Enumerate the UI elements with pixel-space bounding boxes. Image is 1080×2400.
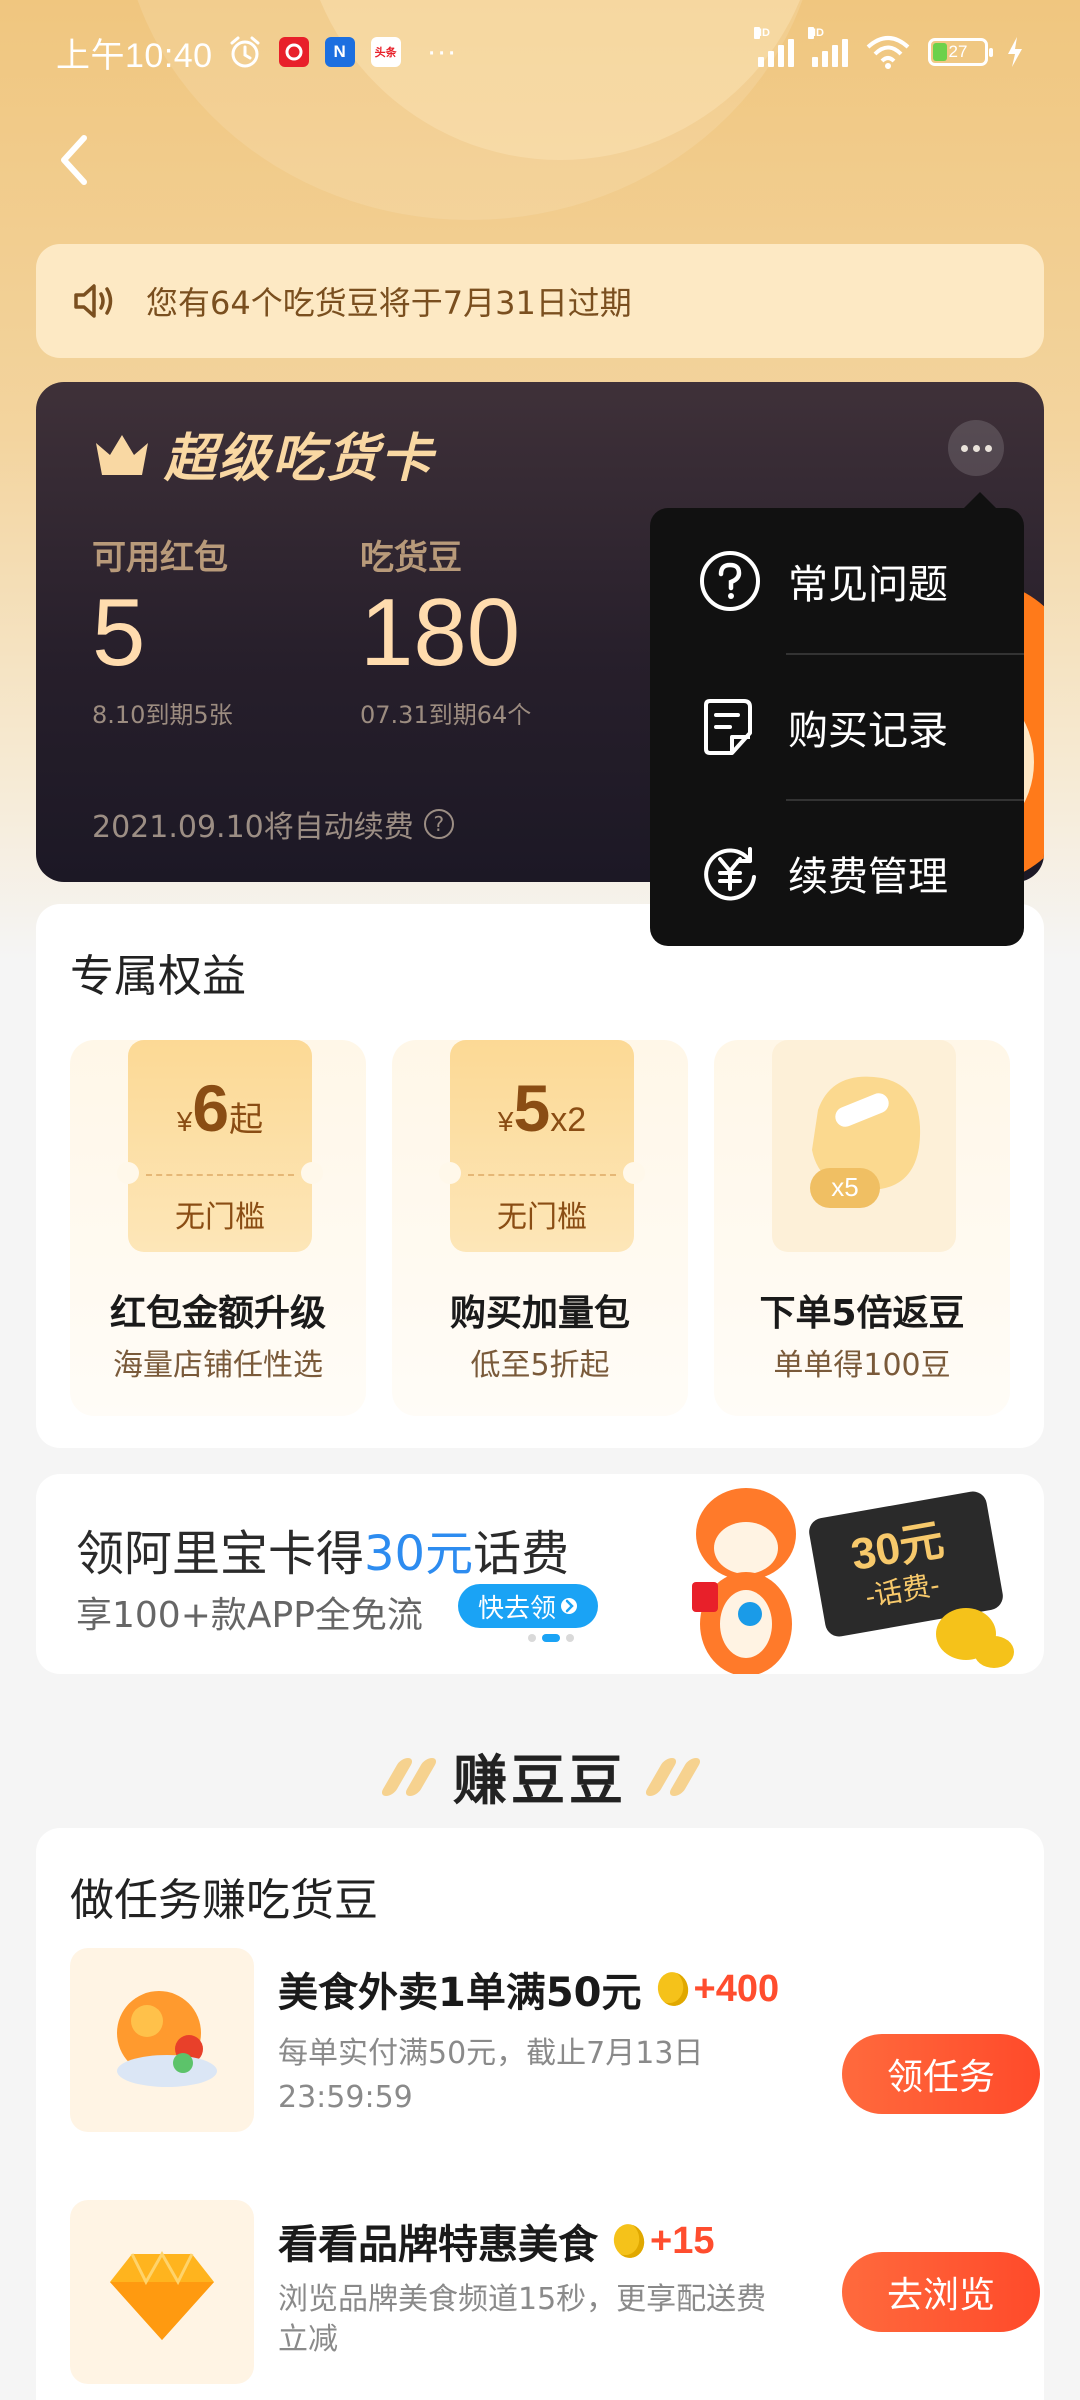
status-bar: 上午10:40 N 头条 ··· HD HD 27 [0, 0, 1080, 104]
coupon-graphic: ¥5x2 无门槛 [439, 1040, 645, 1252]
menu-item-renewal-management-label: 续费管理 [788, 854, 948, 900]
charging-icon [1008, 37, 1022, 67]
signal-2-icon: HD [808, 27, 848, 67]
menu-item-renewal-management[interactable]: 续费管理 [650, 800, 1024, 946]
tasks-title: 做任务赚吃货豆 [70, 1875, 378, 1926]
beans-label: 吃货豆 [360, 538, 462, 578]
benefit-desc: 低至5折起 [470, 1348, 610, 1383]
yuan-refresh-icon [704, 847, 756, 901]
signal-1-icon: HD [754, 27, 794, 67]
alarm-icon [230, 36, 260, 68]
tasks-section: 做任务赚吃货豆 美食外卖1单满50元 +400 每单实付满50元，截止7月13日… [36, 1828, 1044, 2400]
banner-headline: 领阿里宝卡得30元话费 [76, 1526, 570, 1582]
auto-renew-text: 2021.09.10将自动续费 [92, 810, 414, 845]
red-packet-label: 可用红包 [92, 538, 228, 578]
card-title: 超级吃货卡 [164, 429, 435, 489]
status-time: 上午10:40 [56, 36, 213, 75]
menu-item-purchase-history[interactable]: 购买记录 [650, 654, 1024, 800]
benefit-desc: 单单得100豆 [773, 1348, 951, 1383]
card-header: 超级吃货卡 [92, 416, 434, 491]
benefit-card-extra-pack[interactable]: ¥5x2 无门槛 购买加量包 低至5折起 [392, 1040, 688, 1416]
menu-item-faq-label: 常见问题 [788, 562, 948, 608]
banner-mascot-illustration: 30元 -话费- [692, 1488, 1014, 1674]
promo-banner[interactable]: 领阿里宝卡得30元话费 享100+款APP全免流 快去领 30元 -话费- [36, 1474, 1044, 1674]
banner-cta-button[interactable]: 快去领 [458, 1584, 599, 1628]
task-row: 美食外卖1单满50元 +400 每单实付满50元，截止7月13日 23:59:5… [70, 1948, 1040, 2138]
task-row: 看看品牌特惠美食 +15 浏览品牌美食频道15秒，更享配送费立减 去浏览 [70, 2200, 1040, 2390]
coupon-threshold: 无门槛 [497, 1200, 587, 1235]
beans-expiry: 07.31到期64个 [360, 701, 532, 729]
benefit-name: 下单5倍返豆 [759, 1293, 965, 1334]
red-packet-value: 5 [92, 579, 146, 686]
coupon-graphic: ¥6起 无门槛 [117, 1040, 323, 1252]
options-menu: 常见问题 购买记录 续费管理 [650, 492, 1024, 946]
menu-item-faq[interactable]: 常见问题 [650, 508, 1024, 654]
banner-subtitle: 享100+款APP全免流 [76, 1595, 423, 1636]
bean-icon: x5 [810, 1076, 921, 1208]
menu-item-purchase-history-label: 购买记录 [788, 708, 948, 754]
more-notifications-icon: ··· [426, 35, 457, 68]
exclusive-benefits-section: 专属权益 ¥6起 无门槛 红包金额升级 海量店铺任性选 ¥5x2 无门槛 购买加… [36, 904, 1044, 1448]
carousel-indicator [528, 1634, 574, 1642]
red-packet-stat[interactable]: 可用红包 5 8.10到期5张 [92, 530, 233, 730]
earn-beans-title: 赚豆豆 [453, 1749, 627, 1812]
task-desc: 每单实付满50元，截止7月13日 23:59:59 [278, 2036, 704, 2115]
benefits-title: 专属权益 [70, 951, 246, 1002]
red-packet-expiry: 8.10到期5张 [92, 701, 233, 729]
speaker-icon [74, 284, 113, 318]
browse-button[interactable]: 去浏览 [842, 2252, 1040, 2332]
beans-value: 180 [360, 579, 521, 686]
task-thumbnail [70, 2200, 254, 2384]
title-decoration-right [643, 1758, 703, 1796]
task-points: +15 [650, 2219, 715, 2262]
bean-icon [653, 1968, 692, 2010]
question-icon [700, 551, 760, 611]
more-options-button[interactable] [948, 420, 1004, 476]
diamond-icon [110, 2250, 214, 2340]
food-bowl-icon [117, 1991, 217, 2087]
expiry-notice[interactable]: 您有64个吃货豆将于7月31日过期 [36, 244, 1044, 358]
help-icon[interactable]: ? [423, 809, 454, 839]
task-name: 看看品牌特惠美食 +15 [278, 2219, 715, 2269]
task-points: +400 [693, 1967, 780, 2010]
toutiao-app-icon: 头条 [370, 37, 401, 67]
crown-icon [96, 434, 148, 475]
benefit-desc: 海量店铺任性选 [113, 1348, 323, 1383]
notice-text: 您有64个吃货豆将于7月31日过期 [146, 284, 632, 322]
back-button[interactable] [36, 120, 116, 200]
task-thumbnail [70, 1948, 254, 2132]
benefit-name: 购买加量包 [449, 1293, 630, 1334]
netease-app-icon [278, 37, 309, 67]
bean-graphic: x5 [772, 1040, 956, 1252]
bean-multiplier: x5 [831, 1172, 858, 1202]
benefit-card-5x-beans[interactable]: x5 下单5倍返豆 单单得100豆 [714, 1040, 1010, 1416]
receipt-icon [704, 699, 752, 755]
beans-stat[interactable]: 吃货豆 180 07.31到期64个 [360, 530, 531, 730]
chevron-right-icon [561, 1598, 578, 1614]
task-name: 美食外卖1单满50元 +400 [278, 1967, 780, 2017]
task-desc: 浏览品牌美食频道15秒，更享配送费立减 [278, 2282, 767, 2357]
news-app-icon: N [324, 37, 355, 67]
accept-task-button[interactable]: 领任务 [842, 2034, 1040, 2114]
wifi-icon [866, 36, 910, 69]
benefit-name: 红包金额升级 [109, 1293, 326, 1334]
chevron-left-icon [61, 135, 87, 185]
battery-icon: 27 [928, 38, 993, 66]
auto-renew-info[interactable]: 2021.09.10将自动续费 ? [92, 802, 454, 846]
coupon-threshold: 无门槛 [175, 1200, 265, 1235]
benefit-card-redpacket-upgrade[interactable]: ¥6起 无门槛 红包金额升级 海量店铺任性选 [70, 1040, 366, 1416]
bean-icon [610, 2220, 648, 2262]
